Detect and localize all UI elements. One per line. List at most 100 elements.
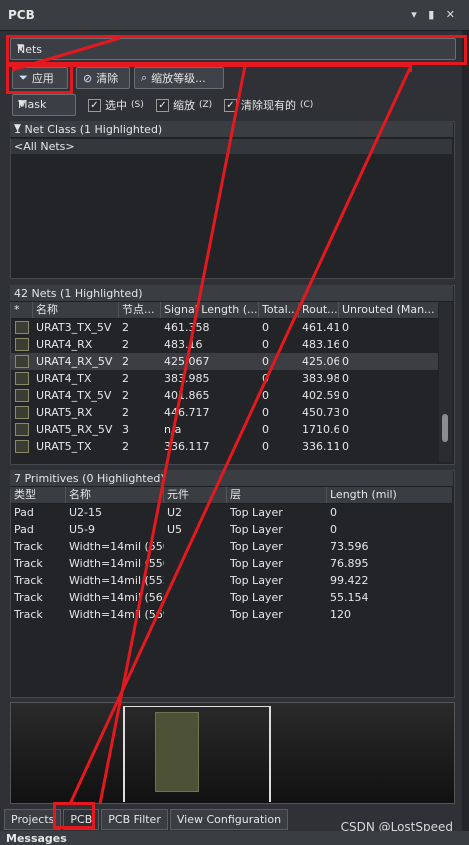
- net-color-swatch[interactable]: [15, 389, 29, 402]
- primitives-header: 7 Primitives (0 Highlighted): [10, 470, 453, 487]
- net-row[interactable]: URAT5_RX2446.7170450.7320: [11, 404, 438, 421]
- tab-projects[interactable]: Projects: [4, 809, 62, 830]
- primitive-cell-layer: Top Layer: [230, 523, 283, 536]
- panel-controls[interactable]: ▾ ▮ ✕: [411, 8, 459, 21]
- apply-button[interactable]: ⏷ 应用: [12, 67, 68, 89]
- clear-filter-icon: ⊘: [83, 71, 93, 85]
- primitive-row[interactable]: Track Width=14mil (5656 Top Layer 55.154: [11, 589, 452, 606]
- tab-pcb-filter[interactable]: PCB Filter: [101, 809, 168, 830]
- checkbox-icon: ✓: [224, 98, 237, 112]
- net-cell-routed: 425.067: [302, 355, 339, 368]
- col-signal-length[interactable]: Signal Length (...: [161, 302, 259, 318]
- primitive-row[interactable]: Track Width=14mil (5556 Top Layer 99.422: [11, 572, 452, 589]
- col-type[interactable]: 类型: [11, 487, 66, 503]
- net-cell-name: URAT5_RX_5V: [36, 423, 113, 436]
- net-cell-nodes: 2: [122, 355, 129, 368]
- primitive-cell-component: U5: [167, 523, 183, 536]
- net-row[interactable]: URAT5_RX_5V3n/a01710.650: [11, 421, 438, 438]
- net-cell-nodes: 2: [122, 389, 129, 402]
- collapse-icon[interactable]: ▼: [14, 123, 447, 133]
- primitive-cell-name: U2-15: [69, 506, 103, 519]
- col-total[interactable]: Total...: [259, 302, 299, 318]
- clear-existing-checkbox[interactable]: ✓ 清除现有的 (C): [224, 97, 313, 113]
- primitive-cell-name: Width=14mil (5696: [69, 608, 164, 621]
- clear-button[interactable]: ⊘ 清除: [76, 67, 130, 89]
- primitive-cell-component: [164, 589, 227, 606]
- apply-label: 应用: [31, 72, 54, 85]
- net-cell-nodes: 2: [122, 338, 129, 351]
- net-swatch-cell: [11, 421, 33, 438]
- net-color-swatch[interactable]: [15, 423, 29, 436]
- col-routed[interactable]: Rout...: [299, 302, 339, 318]
- net-color-swatch[interactable]: [15, 321, 29, 334]
- primitive-row[interactable]: Track Width=14mil (5502 Top Layer 76.895: [11, 555, 452, 572]
- col-name[interactable]: 名称: [33, 302, 119, 318]
- net-cell-routed: 1710.65: [302, 423, 339, 436]
- clear-label: 清除: [96, 72, 119, 85]
- col-length[interactable]: Length (mil): [327, 487, 452, 503]
- primitive-cell-name: U5-9: [69, 523, 96, 536]
- net-cell-unrouted: 0: [342, 406, 349, 419]
- col-component[interactable]: 元件: [164, 487, 227, 503]
- nets-column-header: * 名称 节点... Signal Length (... Total... R…: [11, 302, 438, 319]
- net-row[interactable]: URAT4_RX 2 483.16 0 483.16 0: [11, 336, 438, 353]
- net-color-swatch[interactable]: [15, 440, 29, 453]
- scroll-thumb[interactable]: [442, 414, 448, 442]
- net-color-swatch[interactable]: [15, 355, 29, 368]
- net-row[interactable]: URAT4_RX_5V2425.0670425.0670: [11, 353, 438, 370]
- object-type-dropdown[interactable]: Nets ▼: [10, 38, 456, 60]
- primitive-cell-length: 0: [330, 523, 337, 536]
- col-prim-name[interactable]: 名称: [66, 487, 164, 503]
- net-cell-signal: 425.067: [164, 355, 210, 368]
- net-cell-unrouted: 0: [342, 338, 349, 351]
- net-cell-signal: 483.16: [164, 338, 203, 351]
- primitive-cell-length: 99.422: [330, 574, 369, 587]
- primitive-row[interactable]: Track Width=14mil (5696 Top Layer 120: [11, 606, 452, 623]
- col-unrouted[interactable]: Unrouted (Man...: [339, 302, 438, 318]
- col-nodes[interactable]: 节点...: [119, 302, 161, 318]
- tab-pcb[interactable]: PCB: [63, 809, 100, 830]
- select-checkbox[interactable]: ✓ 选中 (S): [88, 97, 144, 113]
- mask-select[interactable]: Mask ▼: [12, 94, 76, 116]
- net-cell-total: 0: [262, 372, 269, 385]
- net-class-row-all[interactable]: <All Nets>: [11, 139, 452, 154]
- net-row[interactable]: URAT3_TX_5V2461.3580461.4140: [11, 319, 438, 336]
- net-color-swatch[interactable]: [15, 338, 29, 351]
- net-cell-unrouted: 0: [342, 321, 349, 334]
- primitive-cell-layer: Top Layer: [230, 506, 283, 519]
- primitive-row[interactable]: Pad U5-9 U5 Top Layer 0: [11, 521, 452, 538]
- messages-bar[interactable]: Messages: [0, 831, 469, 845]
- zoom-level-button[interactable]: ⌕ 缩放等级...: [134, 67, 224, 89]
- net-cell-signal: 461.358: [164, 321, 210, 334]
- nets-scrollbar[interactable]: [439, 302, 452, 462]
- panel-scrollbar[interactable]: [462, 31, 469, 831]
- chevron-down-icon: ▼: [18, 99, 25, 109]
- primitive-cell-type: Track: [14, 608, 43, 621]
- net-cell-routed: 483.16: [302, 338, 339, 351]
- net-cell-nodes: 3: [122, 423, 129, 436]
- net-swatch-cell: [11, 387, 33, 404]
- primitive-cell-type: Track: [14, 540, 43, 553]
- net-color-swatch[interactable]: [15, 372, 29, 385]
- primitive-row[interactable]: Pad U2-15 U2 Top Layer 0: [11, 504, 452, 521]
- net-cell-routed: 402.59: [302, 389, 339, 402]
- col-layer[interactable]: 层: [227, 487, 327, 503]
- tab-view-configuration[interactable]: View Configuration: [169, 809, 289, 830]
- primitive-cell-type: Pad: [14, 506, 34, 519]
- net-cell-total: 0: [262, 355, 269, 368]
- net-class-name: <All Nets>: [14, 140, 75, 153]
- board-preview[interactable]: [10, 702, 455, 804]
- net-row[interactable]: URAT4_TX_5V 2 401.865 0 402.59 0: [11, 387, 438, 404]
- net-color-swatch[interactable]: [15, 406, 29, 419]
- net-row[interactable]: URAT4_TX2383.9850383.9850: [11, 370, 438, 387]
- net-cell-routed: 461.414: [302, 321, 339, 334]
- checkbox-icon: ✓: [156, 98, 169, 112]
- primitive-cell-component: [164, 606, 227, 623]
- primitive-cell-length: 73.596: [330, 540, 369, 553]
- zoom-checkbox[interactable]: ✓ 缩放 (Z): [156, 97, 212, 113]
- primitive-row[interactable]: Track Width=14mil (5502 Top Layer 73.596: [11, 538, 452, 555]
- net-row[interactable]: URAT5_TX2336.1170336.1170: [11, 438, 438, 455]
- col-star[interactable]: *: [11, 302, 33, 318]
- net-swatch-cell: [11, 319, 33, 336]
- net-cell-total: 0: [262, 338, 269, 351]
